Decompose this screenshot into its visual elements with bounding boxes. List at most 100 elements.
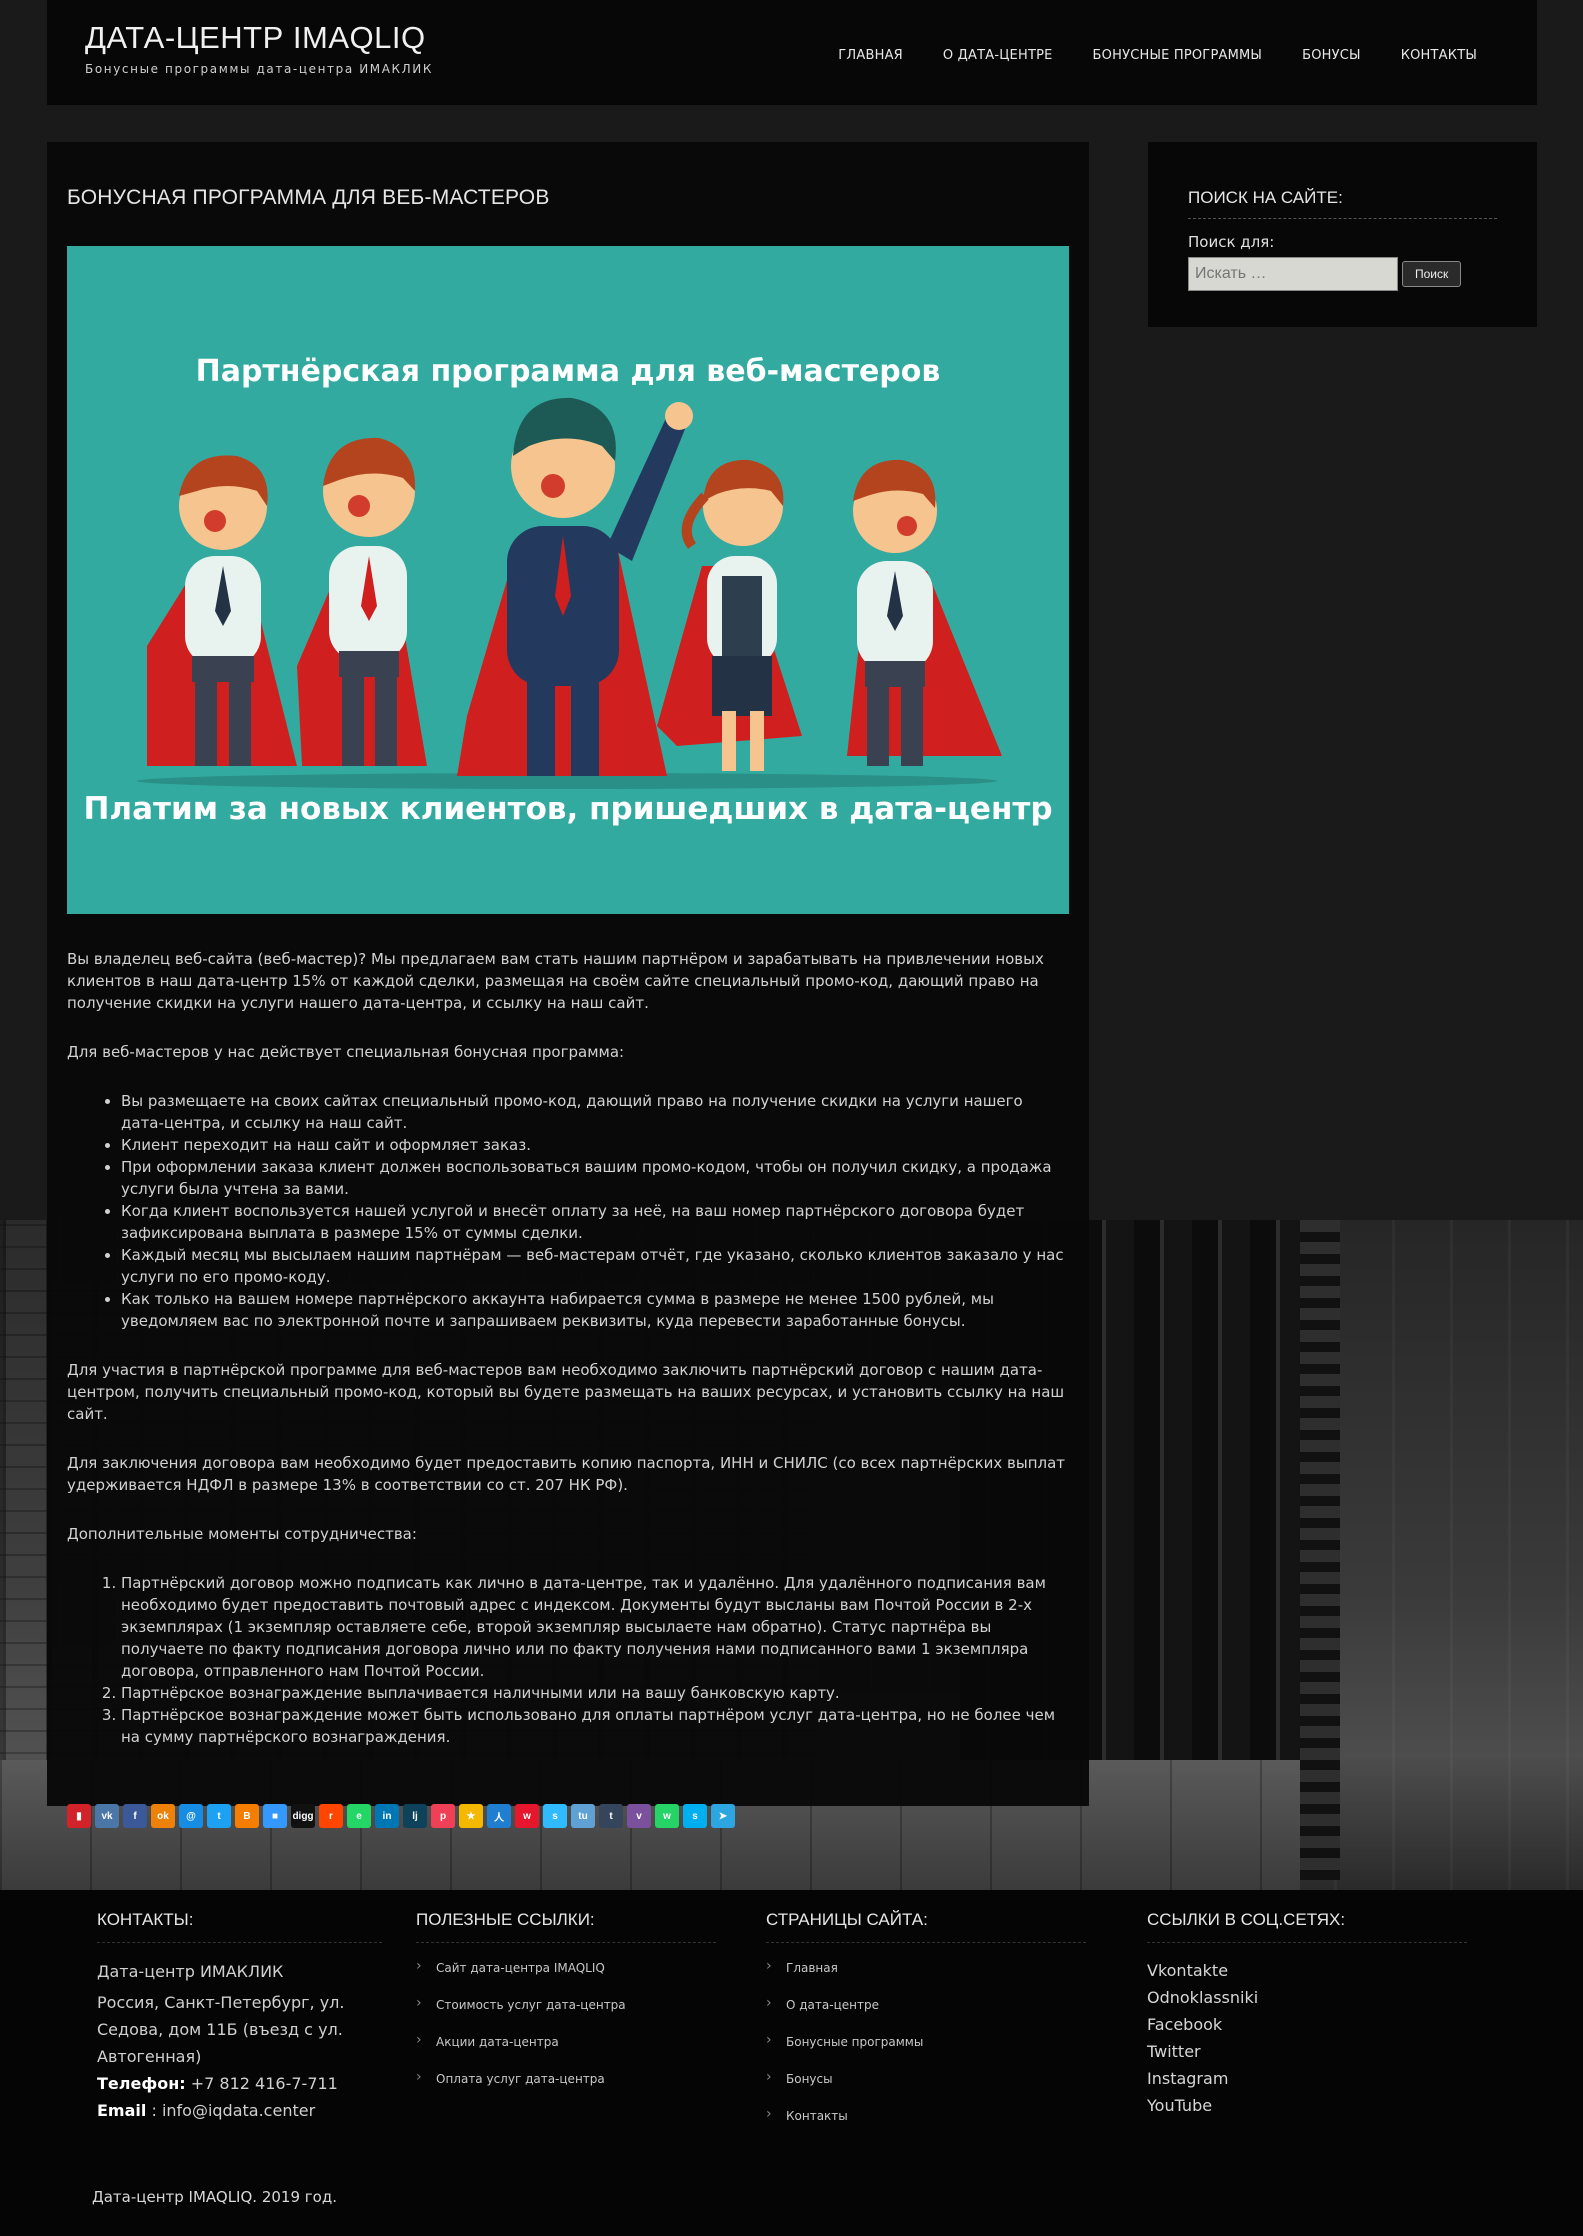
footer-page-about[interactable]: О дата-центре <box>766 1995 1086 2035</box>
footer-link-site[interactable]: Сайт дата-центра IMAQLIQ <box>416 1958 716 1998</box>
list-item: Клиент переходит на наш сайт и оформляет… <box>121 1134 1069 1156</box>
share-vk-icon[interactable]: vk <box>95 1804 119 1828</box>
nav-item-contacts[interactable]: КОНТАКТЫ <box>1401 48 1477 63</box>
footer-site-pages: СТРАНИЦЫ САЙТА: Главная О дата-центре Бо… <box>766 1910 1086 2146</box>
social-link-odnoklassniki[interactable]: Odnoklassniki <box>1147 1984 1467 2011</box>
widget-title: ПОИСК НА САЙТЕ: <box>1188 188 1497 219</box>
email-label: Email <box>97 2101 147 2120</box>
company-name: Дата-центр ИМАКЛИК <box>97 1962 284 1981</box>
site-footer: КОНТАКТЫ: Дата-центр ИМАКЛИК Россия, Сан… <box>0 1890 1583 2236</box>
share-livejournal-icon[interactable]: lj <box>403 1804 427 1828</box>
footer-social-links: ССЫЛКИ В СОЦ.СЕТЯХ: Vkontakte Odnoklassn… <box>1147 1910 1467 2119</box>
footer-contacts-title: КОНТАКТЫ: <box>97 1910 382 1943</box>
share-skype-icon[interactable]: s <box>683 1804 707 1828</box>
share-odnoklassniki-icon[interactable]: ok <box>151 1804 175 1828</box>
site-pages-list: Главная О дата-центре Бонусные программы… <box>766 1958 1086 2146</box>
search-form: Поиск <box>1188 257 1497 291</box>
share-viber-icon[interactable]: v <box>627 1804 651 1828</box>
footer-page-home[interactable]: Главная <box>766 1958 1086 1998</box>
share-telegram-icon[interactable]: ➤ <box>711 1804 735 1828</box>
site-tagline: Бонусные программы дата-центра ИМАКЛИК <box>85 62 433 76</box>
share-bookmark-icon[interactable]: ▮ <box>67 1804 91 1828</box>
company-phone: Телефон: +7 812 416-7-711 <box>97 2070 382 2097</box>
nav-item-bonus-programs[interactable]: БОНУСНЫЕ ПРОГРАММЫ <box>1093 48 1263 63</box>
share-tumblr-icon[interactable]: t <box>599 1804 623 1828</box>
share-qzone-icon[interactable]: ★ <box>459 1804 483 1828</box>
social-link-youtube[interactable]: YouTube <box>1147 2092 1467 2119</box>
useful-links-list: Сайт дата-центра IMAQLIQ Стоимость услуг… <box>416 1958 716 2109</box>
share-pocket-icon[interactable]: p <box>431 1804 455 1828</box>
social-links-list: Vkontakte Odnoklassniki Facebook Twitter… <box>1147 1957 1467 2119</box>
share-linkedin-icon[interactable]: in <box>375 1804 399 1828</box>
share-twitter-icon[interactable]: t <box>207 1804 231 1828</box>
search-label: Поиск для: <box>1188 233 1275 251</box>
main-nav: ГЛАВНАЯ О ДАТА-ЦЕНТРЕ БОНУСНЫЕ ПРОГРАММЫ… <box>798 48 1477 63</box>
nav-item-about[interactable]: О ДАТА-ЦЕНТРЕ <box>943 48 1053 63</box>
hero-title: Партнёрская программа для веб-мастеров <box>195 354 941 389</box>
share-whatsapp-icon[interactable]: w <box>655 1804 679 1828</box>
share-renren-icon[interactable]: 人 <box>487 1804 511 1828</box>
footer-page-contacts[interactable]: Контакты <box>766 2106 1086 2146</box>
phone-label: Телефон: <box>97 2074 186 2093</box>
list-item: Как только на вашем номере партнёрского … <box>121 1288 1069 1332</box>
site-title[interactable]: ДАТА-ЦЕНТР IMAQLIQ <box>85 20 426 56</box>
list-item: При оформлении заказа клиент должен восп… <box>121 1156 1069 1200</box>
footer-link-payment[interactable]: Оплата услуг дата-центра <box>416 2069 716 2109</box>
contract-paragraph: Для заключения договора вам необходимо б… <box>67 1454 1066 1494</box>
social-link-twitter[interactable]: Twitter <box>1147 2038 1467 2065</box>
footer-link-promotions[interactable]: Акции дата-центра <box>416 2032 716 2072</box>
sidebar-search-widget: ПОИСК НА САЙТЕ: Поиск для: Поиск <box>1148 142 1537 327</box>
footer-contacts: КОНТАКТЫ: Дата-центр ИМАКЛИК Россия, Сан… <box>97 1910 382 2124</box>
footer-useful-links-title: ПОЛЕЗНЫЕ ССЫЛКИ: <box>416 1910 716 1943</box>
additional-terms-list: Партнёрский договор можно подписать как … <box>121 1572 1069 1748</box>
footer-social-title: ССЫЛКИ В СОЦ.СЕТЯХ: <box>1147 1910 1467 1943</box>
share-surfingbird-icon[interactable]: s <box>543 1804 567 1828</box>
social-link-facebook[interactable]: Facebook <box>1147 2011 1467 2038</box>
nav-item-bonuses[interactable]: БОНУСЫ <box>1302 48 1361 63</box>
hero-image: Партнёрская программа для веб-мастеров П… <box>67 246 1069 914</box>
share-weibo-icon[interactable]: w <box>515 1804 539 1828</box>
share-mail-ru-icon[interactable]: @ <box>179 1804 203 1828</box>
hero-figure-1 <box>147 455 297 766</box>
footer-page-bonus-programs[interactable]: Бонусные программы <box>766 2032 1086 2072</box>
nav-item-home[interactable]: ГЛАВНАЯ <box>838 48 903 63</box>
share-delicious-icon[interactable]: ■ <box>263 1804 287 1828</box>
share-tuenti-icon[interactable]: tu <box>571 1804 595 1828</box>
company-address: Россия, Санкт-Петербург, ул. Седова, дом… <box>97 1993 345 2066</box>
program-steps-list: Вы размещаете на своих сайтах специальны… <box>121 1090 1069 1332</box>
social-link-instagram[interactable]: Instagram <box>1147 2065 1467 2092</box>
footer-useful-links: ПОЛЕЗНЫЕ ССЫЛКИ: Сайт дата-центра IMAQLI… <box>416 1910 716 2109</box>
copyright: Дата-центр IMAQLIQ. 2019 год. <box>92 2188 337 2206</box>
list-item: Партнёрское вознаграждение выплачивается… <box>121 1682 1069 1704</box>
program-intro-paragraph: Для веб-мастеров у нас действует специал… <box>67 1043 625 1061</box>
main-content: БОНУСНАЯ ПРОГРАММА ДЛЯ ВЕБ-МАСТЕРОВ Парт… <box>47 142 1089 1828</box>
email-value[interactable]: : info@iqdata.center <box>151 2101 315 2120</box>
list-item: Каждый месяц мы высылаем нашим партнёрам… <box>121 1244 1069 1288</box>
share-reddit-icon[interactable]: r <box>319 1804 343 1828</box>
post-content: Вы владелец веб-сайта (веб-мастер)? Мы п… <box>67 948 1069 1748</box>
site-header: ДАТА-ЦЕНТР IMAQLIQ Бонусные программы да… <box>47 0 1537 105</box>
search-button[interactable]: Поиск <box>1402 261 1462 287</box>
footer-link-prices[interactable]: Стоимость услуг дата-центра <box>416 1995 716 2035</box>
superhero-team-illustration <box>137 397 1002 789</box>
list-item: Вы размещаете на своих сайтах специальны… <box>121 1090 1069 1134</box>
additional-heading: Дополнительные моменты сотрудничества: <box>67 1525 417 1543</box>
share-digg-icon[interactable]: digg <box>291 1804 315 1828</box>
footer-contacts-body: Дата-центр ИМАКЛИК Россия, Санкт-Петербу… <box>97 1958 382 2124</box>
intro-paragraph: Вы владелец веб-сайта (веб-мастер)? Мы п… <box>67 950 1044 1012</box>
share-blogger-icon[interactable]: B <box>235 1804 259 1828</box>
share-facebook-icon[interactable]: f <box>123 1804 147 1828</box>
footer-page-bonuses[interactable]: Бонусы <box>766 2069 1086 2109</box>
hero-figure-5 <box>847 459 1002 766</box>
hero-figure-leader <box>457 397 693 776</box>
participation-paragraph: Для участия в партнёрской программе для … <box>67 1361 1065 1423</box>
list-item: Когда клиент воспользуется нашей услугой… <box>121 1200 1069 1244</box>
social-link-vkontakte[interactable]: Vkontakte <box>1147 1957 1467 1984</box>
company-email: Email : info@iqdata.center <box>97 2097 382 2124</box>
search-input[interactable] <box>1188 257 1398 291</box>
share-buttons-bar: ▮ vk f ok @ t B ■ digg r e in lj p ★ 人 w s tu t v w s ➤ <box>67 1804 1069 1828</box>
footer-site-pages-title: СТРАНИЦЫ САЙТА: <box>766 1910 1086 1943</box>
hero-caption: Платим за новых клиентов, пришедших в да… <box>83 791 1053 827</box>
share-evernote-icon[interactable]: e <box>347 1804 371 1828</box>
phone-value[interactable]: +7 812 416-7-711 <box>191 2074 338 2093</box>
